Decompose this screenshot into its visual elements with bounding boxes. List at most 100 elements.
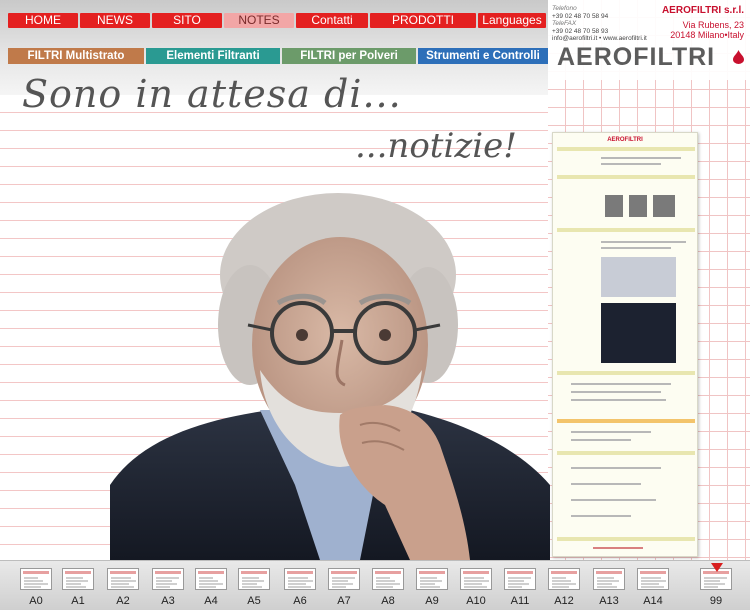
address-city: 20148 Milano•Italy bbox=[670, 30, 744, 40]
nav-contatti-button[interactable]: Contatti bbox=[296, 13, 368, 28]
newsletter-text-line bbox=[571, 515, 631, 517]
newsletter-text-line bbox=[571, 383, 671, 385]
thumbnail-line bbox=[597, 577, 614, 579]
page-thumbnail[interactable] bbox=[20, 568, 52, 590]
thumbnail-line bbox=[464, 577, 484, 579]
nav-prodotti-button[interactable]: PRODOTTI bbox=[370, 13, 476, 28]
page-thumbnail-label[interactable]: A13 bbox=[589, 595, 629, 607]
thumbnail-line bbox=[242, 586, 262, 588]
newsletter-text-line bbox=[571, 391, 661, 393]
thumbnail-line bbox=[552, 586, 569, 588]
thumbnail-header bbox=[241, 571, 267, 574]
thumbnail-line bbox=[242, 577, 259, 579]
thumbnail-line bbox=[420, 583, 435, 585]
thumbnail-line bbox=[552, 577, 566, 579]
page-thumbnail[interactable] bbox=[593, 568, 625, 590]
page-thumbnail[interactable] bbox=[62, 568, 94, 590]
thumbnail-header bbox=[463, 571, 489, 574]
nav-sito-button[interactable]: SITO bbox=[152, 13, 222, 28]
thumbnail-line bbox=[552, 580, 571, 582]
thumbnail-line bbox=[199, 577, 213, 579]
current-page-marker-icon bbox=[711, 563, 723, 572]
email-website[interactable]: info@aerofiltri.it • www.aerofiltri.it bbox=[552, 35, 647, 43]
company-name: AEROFILTRI s.r.l. bbox=[661, 5, 744, 16]
company-address: Via Rubens, 23 20148 Milano•Italy bbox=[670, 20, 744, 40]
newsletter-band bbox=[557, 451, 695, 455]
page-thumbnail[interactable] bbox=[548, 568, 580, 590]
thumbnail-line bbox=[288, 577, 308, 579]
newsletter-preview[interactable]: AEROFILTRI bbox=[552, 132, 698, 557]
thumbnail-line bbox=[332, 580, 348, 582]
page-thumbnail[interactable] bbox=[328, 568, 360, 590]
page-thumbnail-label[interactable]: A12 bbox=[544, 595, 584, 607]
page-thumbnail-label[interactable]: A3 bbox=[148, 595, 188, 607]
page-thumbnail[interactable] bbox=[107, 568, 139, 590]
nav-news-button[interactable]: NEWS bbox=[80, 13, 150, 28]
thumbnail-line bbox=[24, 583, 48, 585]
page-thumbnail[interactable] bbox=[152, 568, 184, 590]
thumbnail-line bbox=[111, 586, 134, 588]
category-filtri-per-polveri-button[interactable]: FILTRI per Polveri bbox=[282, 48, 416, 64]
page-thumbnail-label[interactable]: A14 bbox=[633, 595, 673, 607]
newsletter-text-line bbox=[571, 439, 631, 441]
page-thumbnail[interactable] bbox=[372, 568, 404, 590]
page-thumbnail[interactable] bbox=[504, 568, 536, 590]
thumbnail-line bbox=[66, 583, 81, 585]
company-box: Telefono +39 02 48 70 58 94 TeleFAX +39 … bbox=[548, 0, 750, 80]
thumbnail-line bbox=[376, 586, 393, 588]
thumbnail-line bbox=[288, 580, 313, 582]
thumbnail-line bbox=[111, 577, 131, 579]
page-thumbnail[interactable] bbox=[195, 568, 227, 590]
thumbnail-line bbox=[288, 583, 306, 585]
page-thumbnail[interactable] bbox=[460, 568, 492, 590]
page-thumbnail[interactable] bbox=[238, 568, 270, 590]
nav-languages-button[interactable]: Languages bbox=[478, 13, 546, 28]
thumbnail-line bbox=[597, 583, 612, 585]
thumbnail-line bbox=[24, 577, 38, 579]
thumbnail-line bbox=[641, 583, 659, 585]
nav-home-button[interactable]: HOME bbox=[8, 13, 78, 28]
category-strumenti-e-controlli-button[interactable]: Strumenti e Controlli bbox=[418, 48, 548, 64]
portrait-photo bbox=[110, 193, 550, 560]
page-thumbnail-label[interactable]: A2 bbox=[103, 595, 143, 607]
newsletter-text-line bbox=[571, 467, 661, 469]
page-thumbnail-label[interactable]: A6 bbox=[280, 595, 320, 607]
page-thumbnail[interactable] bbox=[416, 568, 448, 590]
page-thumbnail-label[interactable]: A1 bbox=[58, 595, 98, 607]
page-thumbnail-label[interactable]: A0 bbox=[16, 595, 56, 607]
category-nav: FILTRI Multistrato Elementi Filtranti FILT… bbox=[8, 48, 548, 64]
thumbnail-line bbox=[464, 580, 489, 582]
newsletter-image bbox=[653, 195, 675, 217]
page-thumbnail-label[interactable]: 99 bbox=[696, 595, 736, 607]
page-thumbnail-label[interactable]: A7 bbox=[324, 595, 364, 607]
page-thumbnail-label[interactable]: A4 bbox=[191, 595, 231, 607]
thumbnail-line bbox=[420, 577, 437, 579]
thumbnail-header bbox=[551, 571, 577, 574]
thumbnail-line bbox=[704, 577, 727, 579]
thumbnail-line bbox=[332, 586, 346, 588]
thumbnail-line bbox=[376, 583, 400, 585]
video-thumbnail[interactable] bbox=[601, 303, 676, 363]
newsletter-band bbox=[557, 537, 695, 541]
page-thumbnail-label[interactable]: A8 bbox=[368, 595, 408, 607]
thumbnail-line bbox=[597, 586, 617, 588]
contact-info: Telefono +39 02 48 70 58 94 TeleFAX +39 … bbox=[552, 5, 647, 43]
thumbnail-line bbox=[508, 583, 529, 585]
thumbnail-line bbox=[641, 577, 661, 579]
category-filtri-multistrato-button[interactable]: FILTRI Multistrato bbox=[8, 48, 144, 64]
thumbnail-line bbox=[552, 583, 576, 585]
page-thumbnail[interactable] bbox=[284, 568, 316, 590]
telefax-number: +39 02 48 70 58 93 bbox=[552, 27, 609, 35]
page-thumbnail-label[interactable]: A10 bbox=[456, 595, 496, 607]
category-elementi-filtranti-button[interactable]: Elementi Filtranti bbox=[146, 48, 280, 64]
thumbnail-line bbox=[332, 577, 355, 579]
thumbnail-line bbox=[66, 586, 86, 588]
page-thumbnail-label[interactable]: A5 bbox=[234, 595, 274, 607]
thumbnail-header bbox=[640, 571, 666, 574]
page-thumbnail-label[interactable]: A11 bbox=[500, 595, 540, 607]
page-thumbnail[interactable] bbox=[637, 568, 669, 590]
aerofiltri-logo[interactable]: AEROFILTRI bbox=[557, 43, 715, 72]
thumbnail-line bbox=[199, 586, 216, 588]
nav-notes-button[interactable]: NOTES bbox=[224, 13, 294, 28]
page-thumbnail-label[interactable]: A9 bbox=[412, 595, 452, 607]
